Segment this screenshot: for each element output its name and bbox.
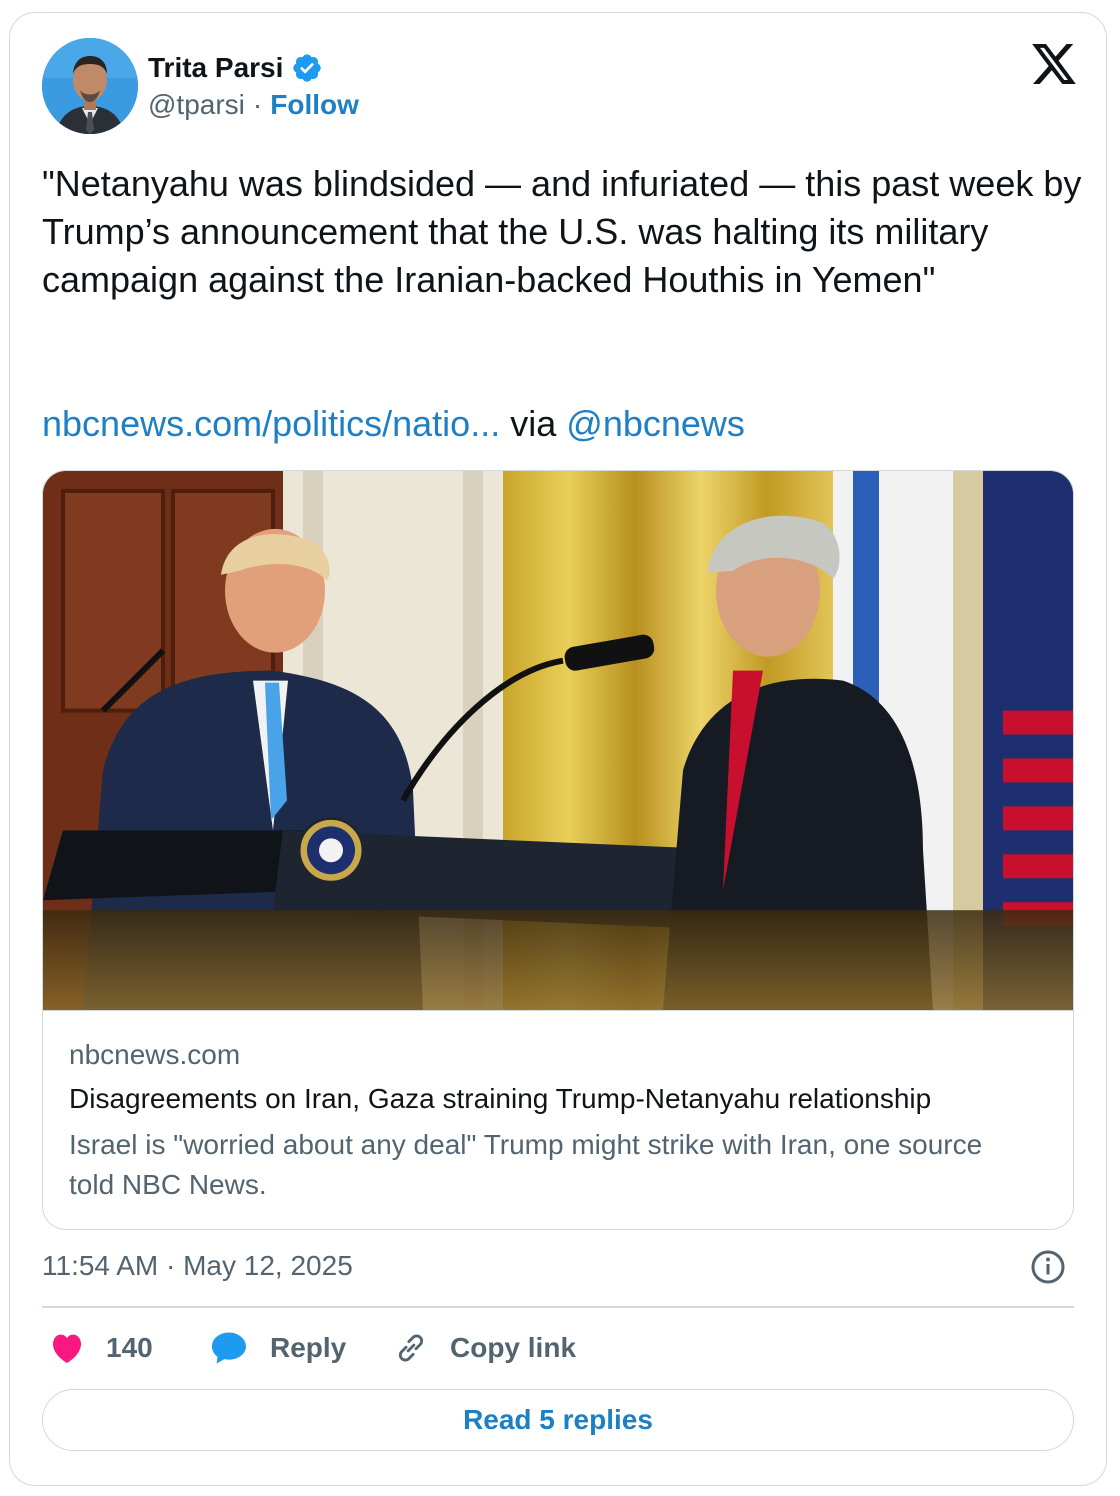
reply-button[interactable]: Reply <box>210 1326 346 1370</box>
author-name[interactable]: Trita Parsi <box>148 52 283 84</box>
tweet-link-line: nbcnews.com/politics/natio... via @nbcne… <box>42 400 745 448</box>
article-link[interactable]: nbcnews.com/politics/natio... <box>42 403 500 444</box>
heart-icon <box>53 1334 81 1364</box>
link-preview-card[interactable]: nbcnews.com Disagreements on Iran, Gaza … <box>42 470 1074 1230</box>
avatar[interactable] <box>42 38 138 134</box>
author-handle-row: @tparsi · Follow <box>148 89 359 121</box>
author-name-row[interactable]: Trita Parsi <box>148 48 323 88</box>
reply-bubble-icon <box>212 1332 246 1364</box>
copy-link-label: Copy link <box>450 1332 577 1363</box>
divider <box>42 1306 1074 1308</box>
tweet-text: "Netanyahu was blindsided — and infuriat… <box>42 163 1082 300</box>
copy-link-button[interactable]: Copy link <box>394 1326 576 1370</box>
card-title[interactable]: Disagreements on Iran, Gaza straining Tr… <box>69 1083 931 1115</box>
mention-link[interactable]: @nbcnews <box>566 403 745 444</box>
card-description: Israel is "worried about any deal" Trump… <box>69 1129 983 1200</box>
article-photo[interactable] <box>43 471 1074 1011</box>
info-icon[interactable] <box>1030 1249 1066 1285</box>
like-count: 140 <box>106 1332 153 1363</box>
read-replies-button[interactable]: Read 5 replies <box>42 1389 1074 1451</box>
card-domain: nbcnews.com <box>69 1039 241 1070</box>
like-button[interactable]: 140 <box>50 1326 153 1370</box>
reply-label: Reply <box>270 1332 347 1363</box>
author-handle[interactable]: @tparsi <box>148 89 245 121</box>
link-icon <box>398 1334 424 1362</box>
x-logo-icon[interactable] <box>1032 44 1076 84</box>
separator: · <box>252 89 263 120</box>
tweet-timestamp[interactable]: 11:54 AM · May 12, 2025 <box>42 1250 353 1282</box>
follow-button[interactable]: Follow <box>270 89 359 121</box>
via-text: via <box>510 403 557 444</box>
verified-badge-icon <box>293 54 322 82</box>
